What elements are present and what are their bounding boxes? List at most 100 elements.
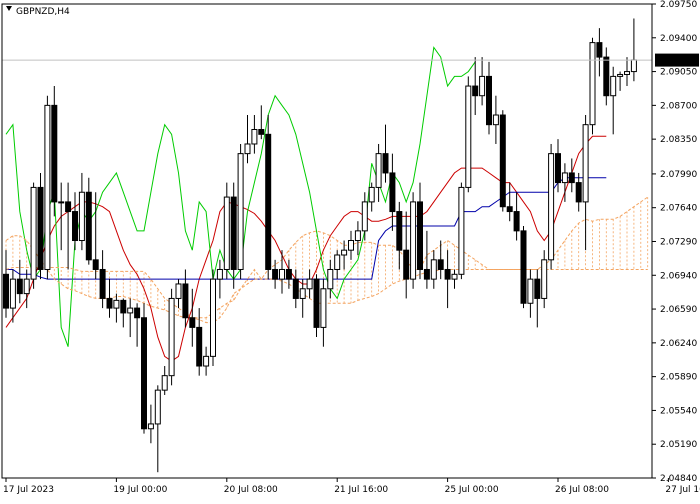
candle-body <box>396 211 403 251</box>
candle-body <box>203 355 210 367</box>
current-price-label: 2.09169 <box>657 56 698 66</box>
candle-body <box>99 268 106 299</box>
candle-body <box>327 268 334 290</box>
candle-body <box>210 278 216 357</box>
candle-body <box>230 196 237 270</box>
candle-body <box>354 230 361 242</box>
candle-body <box>154 389 161 425</box>
candle-body <box>561 172 568 184</box>
candle <box>589 37 596 135</box>
candle-body <box>589 42 596 126</box>
candle <box>37 172 44 280</box>
y-tick-label: 2.05190 <box>660 440 697 450</box>
candle-body <box>30 186 37 280</box>
x-tick-label: 20 Jul 08:00 <box>224 485 278 495</box>
candle-body <box>451 273 458 280</box>
candle-body <box>423 268 430 280</box>
candle-body <box>568 172 575 184</box>
candle-body <box>258 128 265 135</box>
candle-body <box>320 288 327 328</box>
y-tick-label: 2.04840 <box>660 474 697 484</box>
candle-body <box>306 278 313 290</box>
candle-body <box>361 201 368 232</box>
candle <box>210 269 216 367</box>
candle <box>499 110 506 212</box>
candle <box>223 182 230 280</box>
candle-body <box>168 297 175 377</box>
x-tick-label: 27 Jul 16:00 <box>665 485 700 495</box>
candle-body <box>272 268 279 280</box>
candle <box>237 143 244 280</box>
candle-body <box>58 201 65 204</box>
candle-body <box>555 153 561 184</box>
candle-body <box>479 75 486 97</box>
candle-body <box>120 299 127 314</box>
candle-body <box>113 299 120 309</box>
candle-body <box>78 191 85 242</box>
candle-body <box>279 268 285 280</box>
y-tick-label: 2.07990 <box>660 170 697 180</box>
candle-body <box>486 75 492 126</box>
symbol-label: GBPNZD,H4 <box>16 7 70 17</box>
candle-body <box>541 259 548 299</box>
candle-body <box>341 249 348 256</box>
candle <box>548 143 555 270</box>
candle <box>410 192 417 289</box>
y-tick-label: 2.09050 <box>660 68 697 78</box>
candle-body <box>458 186 465 275</box>
candle-body <box>37 186 44 270</box>
candle-body <box>527 278 534 304</box>
candle-body <box>575 182 582 203</box>
candle-body <box>85 191 92 261</box>
candle-body <box>92 259 99 270</box>
y-tick-label: 2.07290 <box>660 237 697 247</box>
x-tick-label: 26 Jul 08:00 <box>555 485 609 495</box>
candle <box>520 226 527 309</box>
candle-body <box>3 273 9 309</box>
ichimoku-chart[interactable]: 2.09750 2.09400 2.09050 2.08700 2.08350 2.079… <box>0 0 700 500</box>
candle-body <box>251 128 258 145</box>
candle <box>313 274 320 338</box>
candle-body <box>141 317 147 430</box>
candle-body <box>44 104 51 270</box>
candle-body <box>624 71 630 75</box>
candle-body <box>265 133 272 270</box>
candle <box>30 182 37 289</box>
candle <box>51 86 58 217</box>
candle-body <box>285 268 292 280</box>
candle-body <box>492 114 499 126</box>
candle-body <box>292 278 299 299</box>
candle-body <box>417 201 423 270</box>
candle-body <box>348 240 354 251</box>
candle-body <box>216 268 223 280</box>
candle <box>458 182 465 280</box>
candle-body <box>23 278 30 295</box>
y-tick-label: 2.09400 <box>660 34 697 44</box>
candle-body <box>513 211 520 232</box>
candle-body <box>506 206 513 213</box>
candle-body <box>244 143 251 155</box>
candle-body <box>534 278 541 299</box>
chart-window[interactable]: 2.09750 2.09400 2.09050 2.08700 2.08350 2.079… <box>0 0 700 500</box>
candle-body <box>147 423 154 430</box>
candle-body <box>499 114 506 208</box>
candle-body <box>410 201 417 280</box>
candle-body <box>134 307 141 319</box>
candle-body <box>403 249 410 280</box>
y-tick-label: 2.05890 <box>660 373 697 383</box>
x-tick-label: 19 Jul 00:00 <box>113 485 167 495</box>
candle-body <box>603 56 610 97</box>
candle-body <box>430 259 437 280</box>
candle-body <box>72 211 78 242</box>
candle-body <box>444 268 451 280</box>
candle-body <box>334 254 341 270</box>
candle-body <box>313 278 320 328</box>
candle <box>44 95 51 280</box>
y-tick-label: 2.07640 <box>660 204 697 214</box>
candle-body <box>9 278 16 309</box>
candle-body <box>175 283 182 299</box>
candle-body <box>127 307 134 314</box>
candle <box>141 303 147 434</box>
candle-body <box>299 288 306 299</box>
candle <box>465 76 472 193</box>
